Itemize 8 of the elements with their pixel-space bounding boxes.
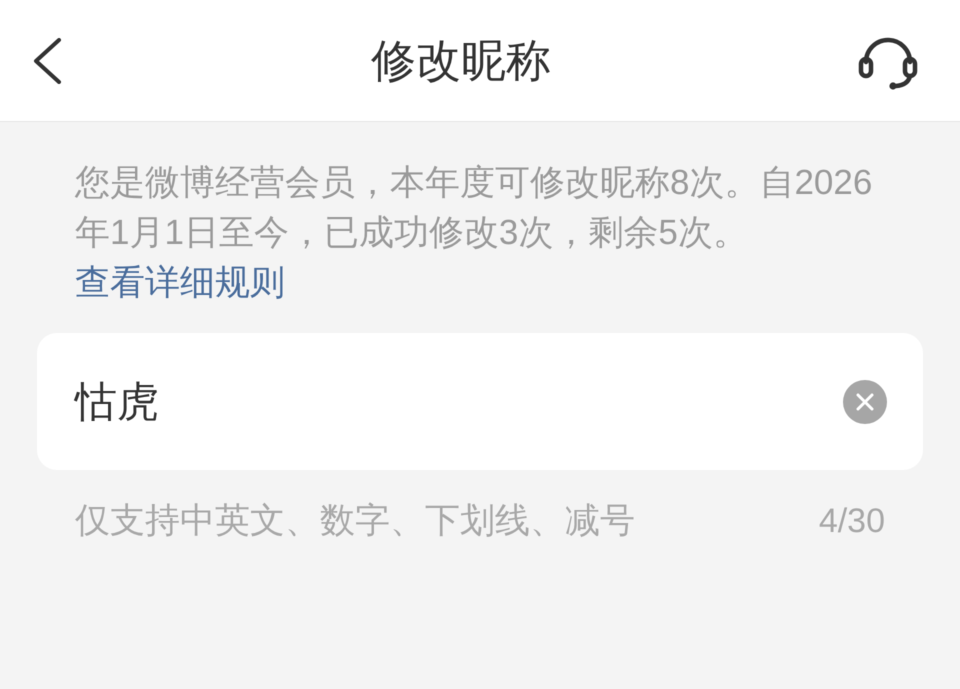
close-icon (856, 392, 874, 410)
page-title: 修改昵称 (371, 34, 551, 88)
hint-text: 仅支持中英文、数字、下划线、减号 (75, 500, 635, 542)
character-counter: 4/30 (818, 501, 885, 542)
rules-link[interactable]: 查看详细规则 (75, 263, 285, 302)
nickname-field[interactable]: 怙虎 (37, 333, 923, 470)
back-icon (32, 38, 62, 84)
notice-text: 您是微博经营会员，本年度可修改昵称8次。自2026年1月1日至今，已成功修改3次，剩余5次。 查看详细规则 (74, 162, 874, 304)
